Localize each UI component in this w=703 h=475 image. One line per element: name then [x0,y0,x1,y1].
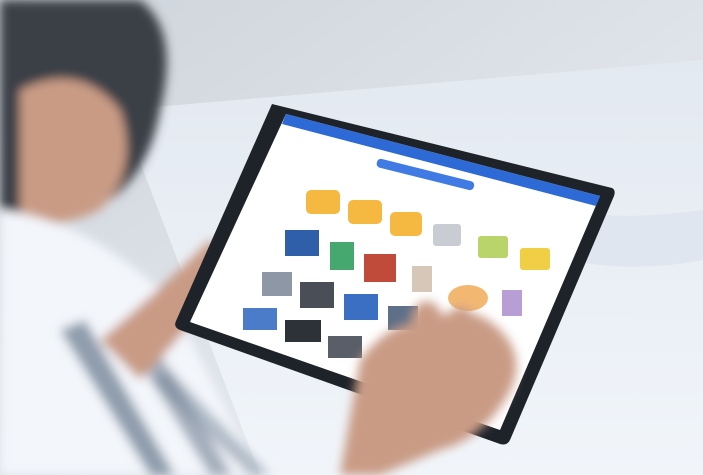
photo-thumbnail [243,308,277,330]
photo-thumbnail [285,230,319,256]
photo-thumbnail [330,242,354,270]
folder-icon [348,200,382,224]
scene-illustration [0,0,703,475]
photo-thumbnail [262,272,292,296]
folder-icon [306,190,340,214]
photo-thumbnail [344,294,378,320]
gallery-icon [433,224,461,246]
photo-thumbnail [285,320,321,342]
photo-thumbnail [328,336,362,358]
photo-thumbnail [412,266,432,292]
photo-thumbnail [300,282,334,308]
photo-thumbnail [448,285,488,311]
gallery-icon [520,248,550,270]
gallery-icon [478,236,508,258]
photo-scene [0,0,703,475]
folder-icon [390,212,422,236]
photo-thumbnail [364,254,396,282]
photo-thumbnail [502,290,522,316]
